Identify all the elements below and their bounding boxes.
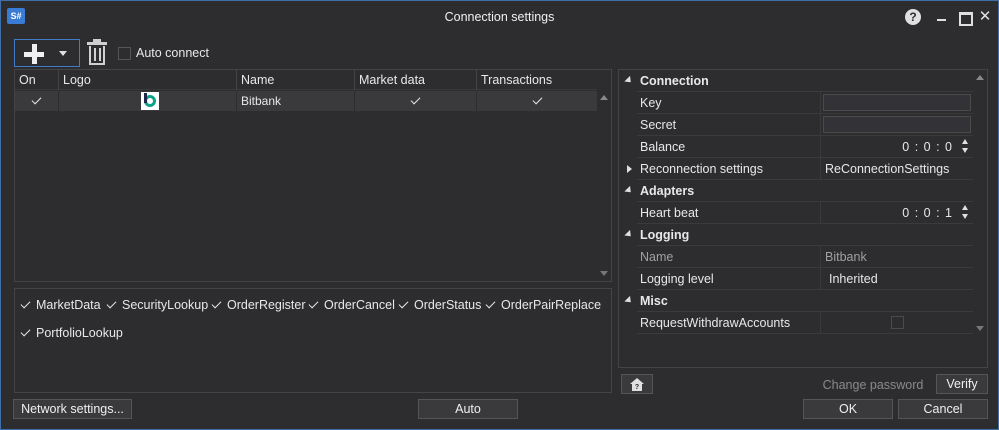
check-icon: [532, 94, 543, 105]
column-header-market-data[interactable]: Market data: [355, 70, 477, 90]
secret-input[interactable]: [823, 116, 971, 133]
check-icon: [20, 298, 31, 309]
withdraw-accounts-checkbox[interactable]: [891, 316, 904, 329]
message-type-orderstatus[interactable]: OrderStatus: [398, 297, 481, 313]
collapse-icon[interactable]: [624, 185, 634, 196]
check-icon: [485, 298, 496, 309]
spinner-icon[interactable]: [962, 139, 970, 155]
verify-button[interactable]: Verify: [936, 374, 988, 394]
message-type-securitylookup[interactable]: SecurityLookup: [106, 297, 208, 313]
grid-header: On Logo Name Market data Transactions: [15, 70, 597, 90]
add-connection-button[interactable]: [14, 39, 80, 67]
title-bar: S# Connection settings ? ✕: [1, 1, 998, 33]
ok-button[interactable]: OK: [803, 399, 893, 419]
message-type-ordercancel[interactable]: OrderCancel: [308, 297, 395, 313]
maximize-icon[interactable]: [955, 8, 973, 26]
check-icon: [31, 94, 42, 105]
property-log-name: Name Bitbank: [619, 246, 973, 268]
row-market-data-cell[interactable]: [355, 91, 477, 111]
grid-scrollbar[interactable]: [597, 90, 611, 281]
heartbeat-timespan-input[interactable]: 0 : 0 : 1: [821, 202, 973, 224]
check-icon: [308, 298, 319, 309]
delete-connection-button[interactable]: [86, 39, 108, 67]
property-grid: Connection Key Secret Balance 0 : 0 : 0 …: [618, 69, 988, 368]
plus-icon: [24, 44, 44, 64]
cancel-button[interactable]: Cancel: [898, 399, 988, 419]
property-reconnection-settings[interactable]: Reconnection settings ReConnectionSettin…: [619, 158, 973, 180]
category-connection[interactable]: Connection: [619, 70, 973, 92]
help-icon[interactable]: ?: [905, 9, 921, 25]
scroll-up-icon[interactable]: [600, 95, 608, 100]
property-request-withdraw-accounts: RequestWithdrawAccounts: [619, 312, 973, 334]
balance-timespan-input[interactable]: 0 : 0 : 0: [821, 136, 973, 158]
check-icon: [20, 326, 31, 337]
property-scrollbar[interactable]: [973, 70, 987, 367]
check-icon: [410, 94, 421, 105]
check-icon: [106, 298, 117, 309]
connections-grid: On Logo Name Market data Transactions Bi…: [14, 69, 612, 282]
property-key: Key: [619, 92, 973, 114]
column-header-on[interactable]: On: [15, 70, 59, 90]
category-adapters[interactable]: Adapters: [619, 180, 973, 202]
message-type-orderregister[interactable]: OrderRegister: [211, 297, 306, 313]
property-logging-level: Logging level Inherited: [619, 268, 973, 290]
message-type-orderpairreplace[interactable]: OrderPairReplace: [485, 297, 601, 313]
connection-settings-window: S# Connection settings ? ✕ Auto connect …: [0, 0, 999, 430]
row-logo-cell: [59, 91, 237, 111]
row-name: Bitbank: [241, 94, 282, 108]
message-type-portfoliolookup[interactable]: PortfolioLookup: [20, 325, 123, 341]
check-icon: [211, 298, 222, 309]
chevron-down-icon[interactable]: [59, 51, 67, 56]
expand-icon[interactable]: [627, 165, 632, 173]
auto-connect-option[interactable]: Auto connect: [118, 46, 209, 60]
collapse-icon[interactable]: [624, 295, 634, 306]
auto-connect-label: Auto connect: [136, 46, 209, 60]
reconnection-value: ReConnectionSettings: [821, 158, 973, 180]
row-transactions-cell[interactable]: [477, 91, 597, 111]
close-icon[interactable]: ✕: [976, 8, 994, 26]
window-title: Connection settings: [444, 10, 555, 24]
scroll-down-icon[interactable]: [600, 271, 608, 276]
table-row[interactable]: Bitbank: [15, 91, 597, 111]
bitbank-logo-icon: [141, 92, 159, 110]
minimize-icon[interactable]: [933, 8, 951, 26]
column-header-logo[interactable]: Logo: [59, 70, 237, 90]
message-types-panel: MarketData SecurityLookup OrderRegister …: [14, 288, 612, 393]
spinner-icon[interactable]: [962, 205, 970, 221]
log-name-value: Bitbank: [821, 246, 973, 268]
category-logging[interactable]: Logging: [619, 224, 973, 246]
auto-button[interactable]: Auto: [418, 399, 518, 419]
auto-connect-checkbox[interactable]: [118, 46, 131, 60]
property-balance: Balance 0 : 0 : 0: [619, 136, 973, 158]
column-header-name[interactable]: Name: [237, 70, 355, 90]
property-secret: Secret: [619, 114, 973, 136]
collapse-icon[interactable]: [624, 75, 634, 86]
row-name-cell[interactable]: Bitbank: [237, 91, 355, 111]
column-header-transactions[interactable]: Transactions: [477, 70, 597, 90]
key-input[interactable]: [823, 94, 971, 111]
collapse-icon[interactable]: [624, 229, 634, 240]
scroll-up-icon[interactable]: [976, 75, 984, 80]
change-password-button[interactable]: Change password: [815, 375, 931, 395]
network-settings-button[interactable]: Network settings...: [13, 399, 132, 419]
logging-level-select[interactable]: Inherited: [821, 268, 973, 290]
home-button[interactable]: ?: [621, 374, 653, 394]
scroll-down-icon[interactable]: [976, 326, 984, 331]
property-heart-beat: Heart beat 0 : 0 : 1: [619, 202, 973, 224]
check-icon: [398, 298, 409, 309]
category-misc[interactable]: Misc: [619, 290, 973, 312]
message-type-marketdata[interactable]: MarketData: [20, 297, 101, 313]
row-on-cell[interactable]: [15, 91, 59, 111]
